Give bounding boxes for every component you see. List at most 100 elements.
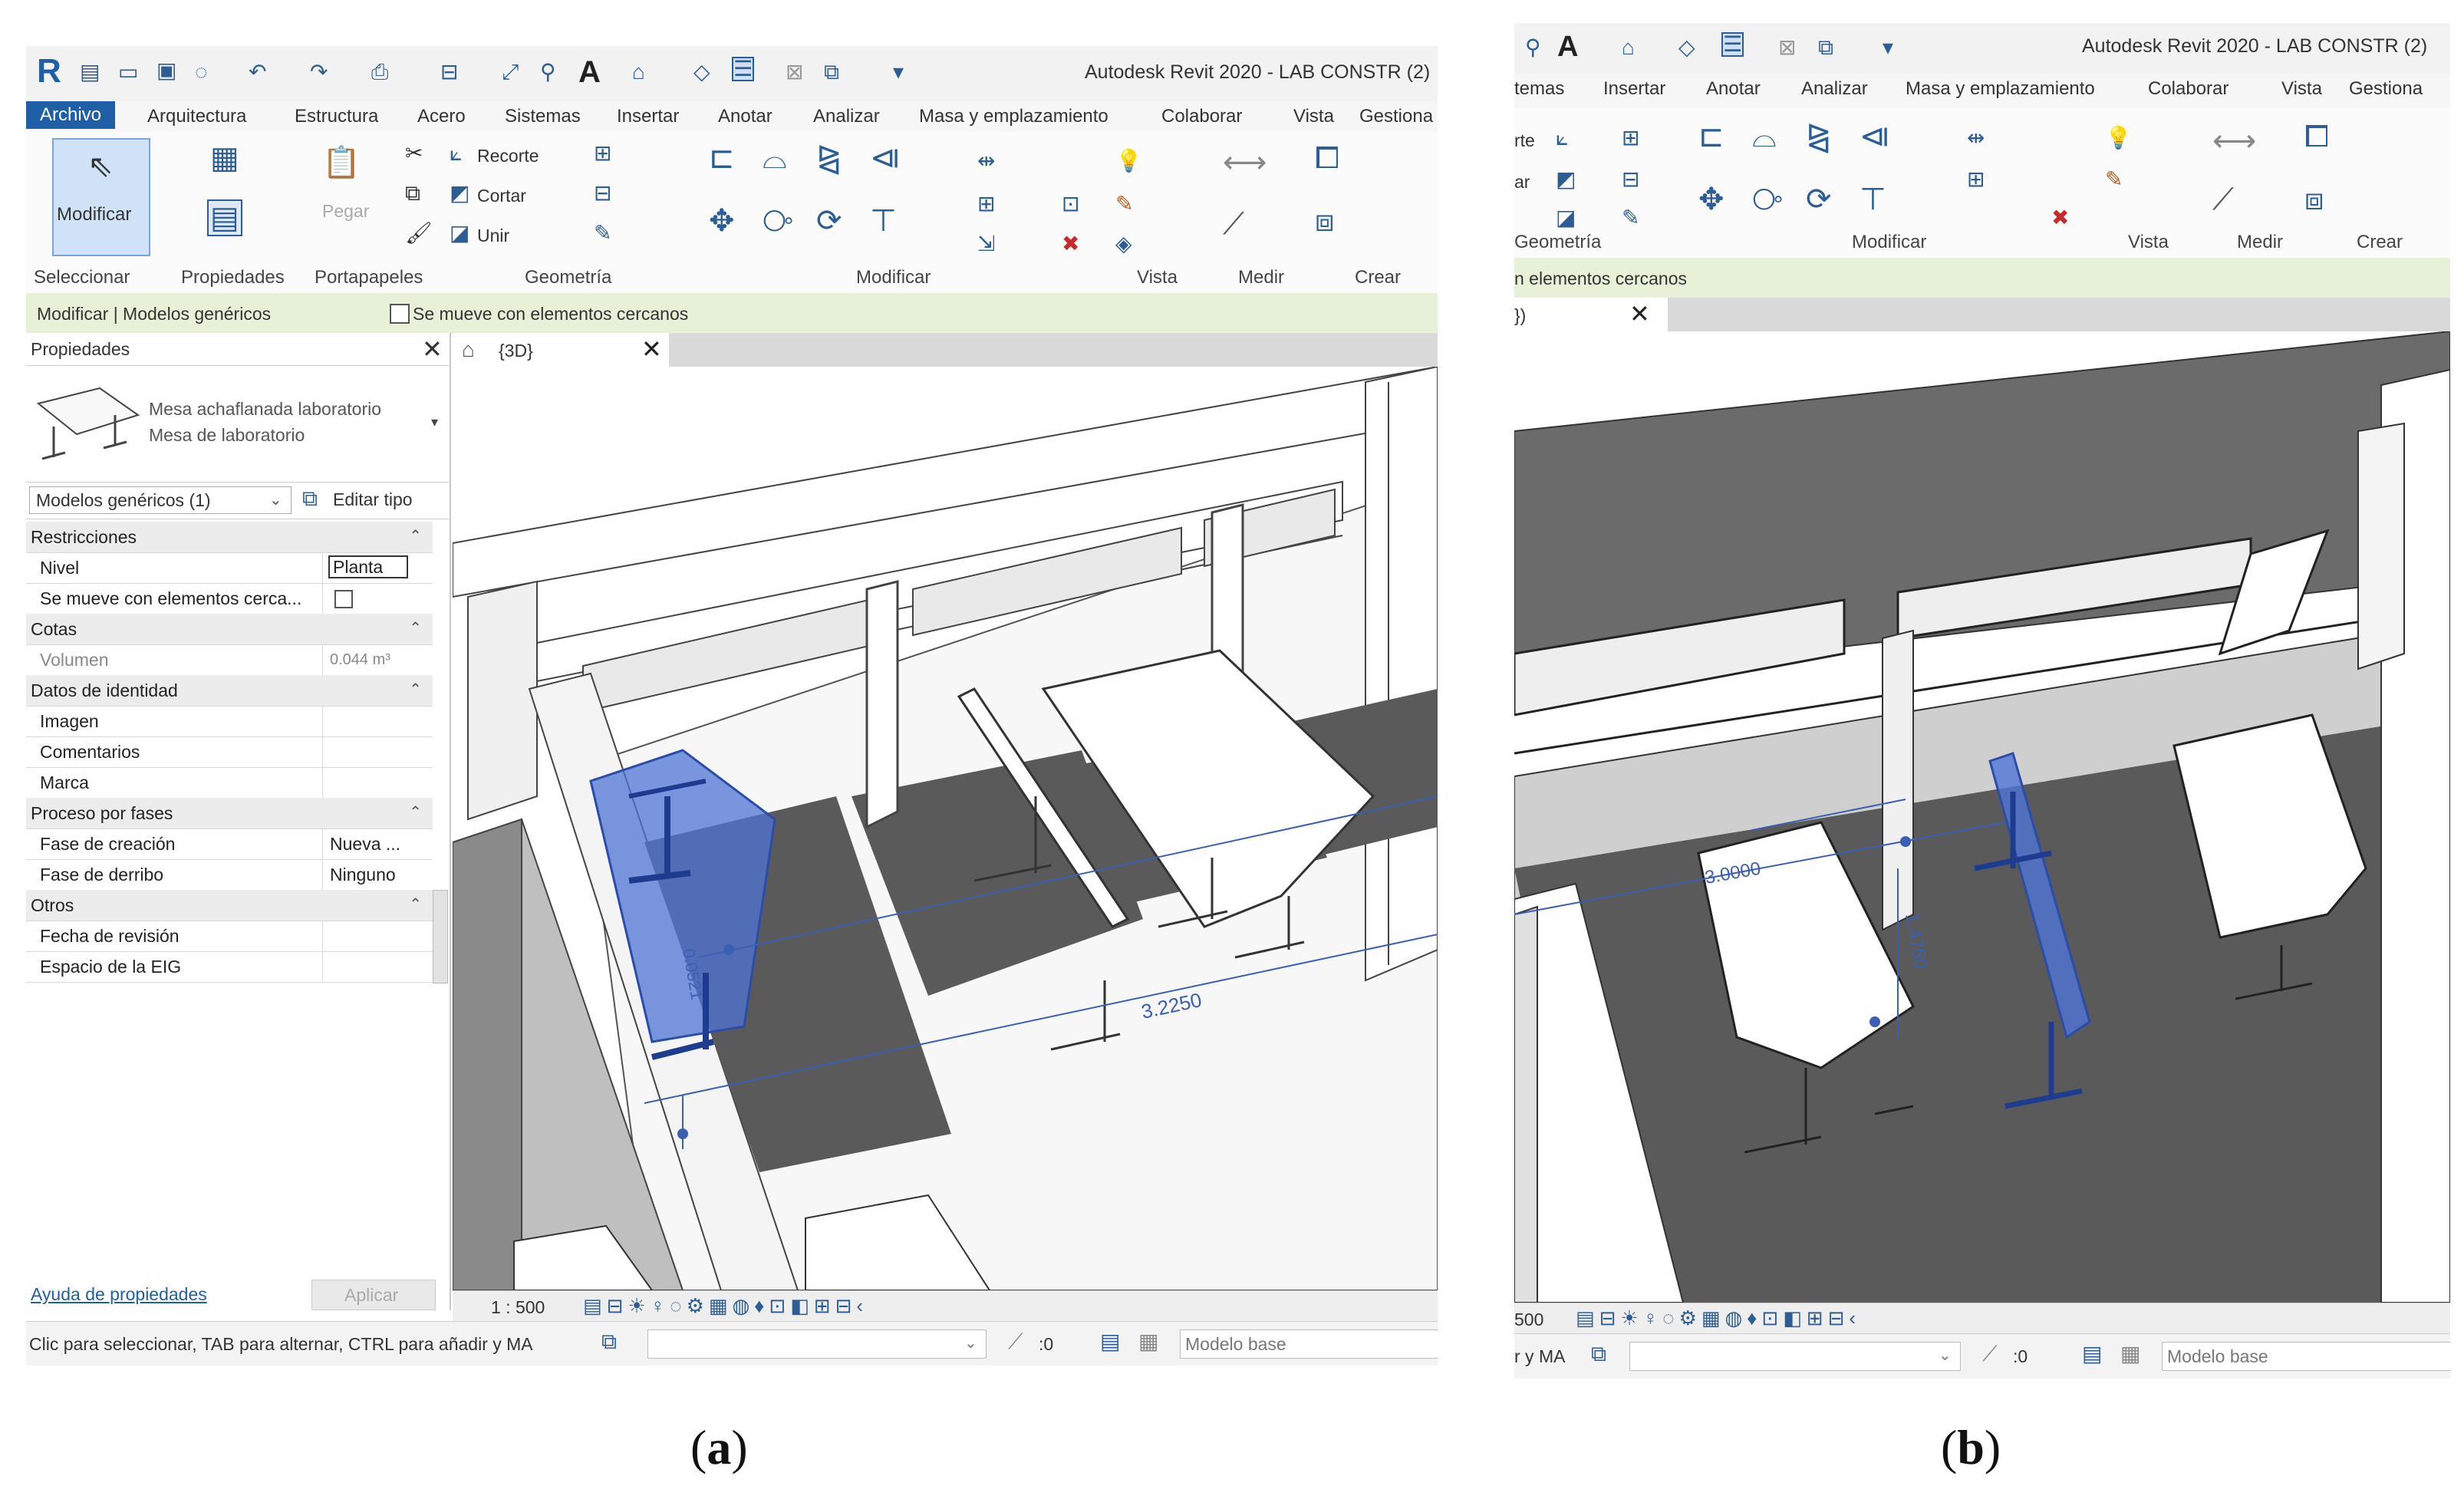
design-options-icon[interactable]: ▤ bbox=[1100, 1331, 1120, 1352]
tab-colaborar[interactable]: Colaborar bbox=[1161, 106, 1242, 127]
trim-icon[interactable]: ⊤ bbox=[870, 206, 897, 236]
mirror-draw-icon[interactable]: ⧏ bbox=[1860, 121, 1890, 152]
view-scale-b[interactable]: 500 bbox=[1514, 1310, 1543, 1330]
rotate-icon[interactable]: ⟳ bbox=[816, 206, 842, 236]
properties-help-link[interactable]: Ayuda de propiedades bbox=[31, 1284, 207, 1305]
array-icon[interactable]: ⊞ bbox=[1967, 169, 1985, 190]
close-icon[interactable]: ✕ bbox=[422, 334, 443, 364]
sync-icon[interactable]: ◌ bbox=[195, 61, 208, 83]
workset-icon[interactable]: ⧉ bbox=[1591, 1343, 1606, 1365]
cope-icon[interactable]: ⟀ bbox=[1556, 127, 1569, 149]
moves-with-nearby-checkbox[interactable] bbox=[390, 304, 410, 324]
revit-logo-icon[interactable]: R bbox=[37, 52, 61, 91]
geometry-split-icon[interactable]: ⊟ bbox=[1622, 169, 1639, 190]
cut-label[interactable]: Cortar bbox=[477, 186, 526, 206]
hide-icon[interactable]: 💡 bbox=[1115, 150, 1142, 172]
model-select-b[interactable]: Modelo base bbox=[2162, 1342, 2450, 1371]
tab-vista[interactable]: Vista bbox=[1293, 106, 1334, 127]
prop-row-fase-creacion[interactable]: Fase de creación Nueva ... bbox=[26, 829, 433, 860]
hide-icon[interactable]: 💡 bbox=[2105, 127, 2132, 149]
dimension-tool-icon[interactable]: ⟋ bbox=[2212, 184, 2234, 215]
properties-scrollbar[interactable] bbox=[433, 890, 448, 983]
tab-gestiona[interactable]: Gestiona bbox=[1359, 106, 1433, 127]
scale-icon[interactable]: ⇲ bbox=[977, 233, 995, 255]
design-options-icon[interactable]: ▤ bbox=[2082, 1343, 2102, 1365]
view-tab-3d-b[interactable]: }) ✕ bbox=[1514, 298, 1668, 331]
paste-icon[interactable]: 📋 bbox=[322, 147, 361, 178]
tab-sistemas[interactable]: temas bbox=[1514, 78, 1564, 100]
section-fases[interactable]: Proceso por fases ⌃ bbox=[26, 798, 433, 829]
split-icon[interactable]: ⇹ bbox=[977, 150, 995, 172]
close-view-icon[interactable]: ✕ bbox=[1629, 299, 1650, 328]
view-control-icons[interactable]: ▤⊟☀♀◌⚙▦◍♦⊡◧⊞⊟‹ bbox=[583, 1294, 868, 1318]
section-otros[interactable]: Otros ⌃ bbox=[26, 890, 433, 921]
ribbon-left-item-2[interactable]: ar bbox=[1514, 172, 1530, 193]
override-icon[interactable]: ✎ bbox=[1115, 193, 1133, 215]
tab-analizar[interactable]: Analizar bbox=[1801, 78, 1868, 100]
prop-row-eig[interactable]: Espacio de la EIG bbox=[26, 951, 433, 983]
prop-row-comentarios[interactable]: Comentarios bbox=[26, 736, 433, 768]
geometry-tools-icon[interactable]: ⊞ bbox=[594, 143, 611, 164]
move-icon[interactable]: ✥ bbox=[709, 206, 735, 236]
close-view-icon[interactable]: ✕ bbox=[641, 334, 662, 364]
editable-icon[interactable]: ⟋ bbox=[1008, 1331, 1023, 1352]
pin-icon[interactable]: ⊡ bbox=[1062, 193, 1079, 215]
text-icon[interactable]: A bbox=[578, 55, 601, 90]
copy-element-icon[interactable]: ⧂ bbox=[1752, 184, 1783, 215]
cut-geometry-icon[interactable]: ◩ bbox=[450, 183, 469, 204]
collapse-icon[interactable]: ⌃ bbox=[409, 680, 422, 699]
paint-icon[interactable]: ✎ bbox=[1622, 207, 1639, 229]
customize-icon[interactable]: ▾ bbox=[893, 61, 904, 83]
tab-vista[interactable]: Vista bbox=[2281, 78, 2322, 100]
close-hidden-icon[interactable]: ⊠ bbox=[1778, 37, 1796, 58]
thin-lines-icon[interactable]: ☰ bbox=[1721, 32, 1744, 57]
delete-icon[interactable]: ✖ bbox=[1062, 233, 1079, 255]
copy-element-icon[interactable]: ⧂ bbox=[763, 206, 793, 236]
section-icon[interactable]: ◇ bbox=[1678, 37, 1695, 58]
match-icon[interactable]: 🖌 bbox=[405, 222, 433, 244]
customize-icon[interactable]: ▾ bbox=[1883, 37, 1893, 58]
tab-archivo[interactable]: Archivo bbox=[26, 101, 116, 129]
type-properties-icon[interactable]: ▦ bbox=[210, 143, 239, 173]
open-icon[interactable]: ▤ bbox=[80, 61, 100, 83]
cope-icon[interactable]: ⟀ bbox=[450, 143, 463, 164]
prop-row-marca[interactable]: Marca bbox=[26, 767, 433, 799]
print-icon[interactable]: ⎙ bbox=[371, 61, 388, 83]
linework-icon[interactable]: ◈ bbox=[1115, 233, 1132, 255]
3d-view-icon[interactable]: ⌂ bbox=[1622, 37, 1635, 58]
tab-anotar[interactable]: Anotar bbox=[1706, 78, 1761, 100]
moves-checkbox[interactable] bbox=[334, 590, 353, 608]
delete-icon[interactable]: ✖ bbox=[2051, 207, 2069, 229]
thin-lines-icon[interactable]: ☰ bbox=[732, 57, 755, 81]
paint-icon[interactable]: ✎ bbox=[594, 222, 611, 244]
move-icon[interactable]: ✥ bbox=[1698, 184, 1724, 215]
offset-icon[interactable]: ⌓ bbox=[763, 143, 787, 173]
view-tab-3d[interactable]: ⌂ {3D} ✕ bbox=[453, 333, 669, 367]
align-icon[interactable]: ⊏ bbox=[1698, 121, 1724, 152]
join-icon[interactable]: ◪ bbox=[450, 222, 469, 244]
collapse-icon[interactable]: ⌃ bbox=[409, 894, 422, 914]
dimension-tool-icon[interactable]: ⟋ bbox=[1223, 209, 1244, 239]
collapse-icon[interactable]: ⌃ bbox=[409, 526, 422, 545]
create-parts-icon[interactable]: ⧈ bbox=[2304, 184, 2324, 215]
offset-icon[interactable]: ⌓ bbox=[1752, 121, 1777, 152]
tab-anotar[interactable]: Anotar bbox=[718, 106, 772, 127]
view-control-icons-b[interactable]: ▤⊟☀♀◌⚙▦◍♦⊡◧⊞⊟‹ bbox=[1576, 1306, 1860, 1330]
tab-colaborar[interactable]: Colaborar bbox=[2148, 78, 2228, 100]
measure-tool-icon[interactable]: ⟷ bbox=[1223, 147, 1267, 178]
cope-label[interactable]: Recorte bbox=[477, 146, 539, 166]
tab-sistemas[interactable]: Sistemas bbox=[505, 106, 581, 127]
modify-button[interactable]: ⇖ Modificar bbox=[52, 138, 150, 256]
measure-tool-icon[interactable]: ⟷ bbox=[2212, 126, 2256, 156]
tab-acero[interactable]: Acero bbox=[417, 106, 466, 127]
folder-icon[interactable]: ▭ bbox=[118, 61, 138, 83]
tag-icon[interactable]: ⚲ bbox=[540, 61, 556, 83]
main-model-icon[interactable]: ▦ bbox=[1138, 1331, 1158, 1352]
section-restricciones[interactable]: Restricciones ⌃ bbox=[26, 522, 433, 553]
split-icon[interactable]: ⇹ bbox=[1967, 127, 1985, 149]
viewport-3d-b[interactable]: 3.0000 1.4750 bbox=[1514, 331, 2450, 1303]
measure-icon[interactable]: ⊟ bbox=[440, 61, 458, 83]
main-model-icon[interactable]: ▦ bbox=[2120, 1343, 2140, 1365]
create-assembly-icon[interactable]: ⧠ bbox=[2304, 121, 2329, 152]
edit-type-icon[interactable]: ⧉ bbox=[302, 488, 318, 509]
